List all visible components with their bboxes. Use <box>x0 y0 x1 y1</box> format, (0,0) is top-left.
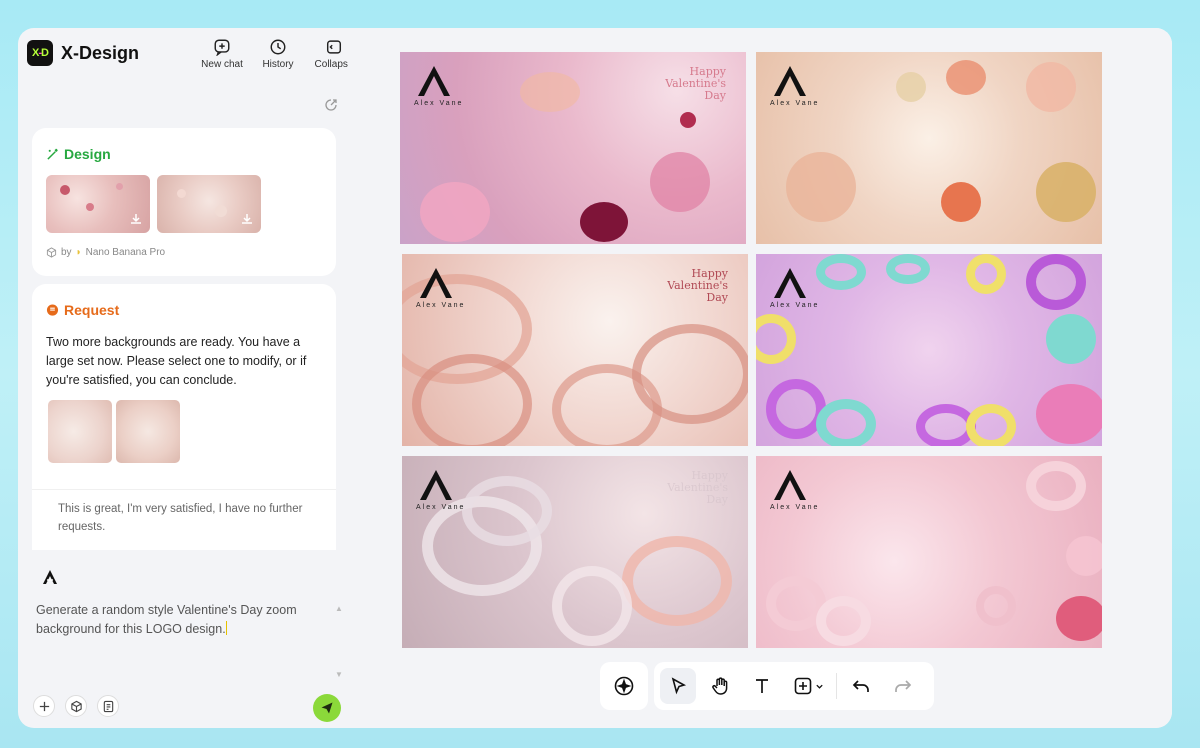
document-icon <box>103 700 113 712</box>
background-image-6[interactable]: Alex Vane <box>756 456 1102 648</box>
redo-icon <box>895 680 912 692</box>
brand-logo: Alex Vane <box>770 468 822 511</box>
design-thumbnail-2[interactable] <box>157 175 261 233</box>
request-title-text: Request <box>64 302 120 318</box>
byline-prefix: by <box>61 247 72 258</box>
design-thumbnail-1[interactable] <box>46 175 150 233</box>
request-thumbnail-1[interactable] <box>48 400 112 463</box>
share-icon[interactable] <box>323 97 339 113</box>
ai-tool-button[interactable] <box>600 662 648 710</box>
scroll-down-arrow[interactable]: ▼ <box>335 670 343 679</box>
faded-line-3: Day <box>706 493 728 506</box>
add-attachment-button[interactable] <box>33 695 55 717</box>
brand-logo: Alex Vane <box>770 64 822 107</box>
design-card: Design by ◗ Nano Banana Pro <box>32 128 336 276</box>
cube-icon <box>46 247 57 258</box>
new-chat-label: New chat <box>201 59 243 70</box>
clock-icon <box>270 39 286 55</box>
banana-icon: ◗ <box>75 247 82 258</box>
sparkle-icon <box>614 676 634 696</box>
alex-vane-logo-icon <box>774 470 806 500</box>
brand-name: Alex Vane <box>416 302 466 309</box>
valentine-line-3: Day <box>704 89 726 102</box>
plus-icon <box>39 701 49 711</box>
background-image-3[interactable]: Alex Vane Happy Valentine's Day <box>402 254 748 446</box>
redo-button[interactable] <box>885 668 921 704</box>
brand-name: Alex Vane <box>414 100 464 107</box>
toolbar-divider <box>836 673 837 699</box>
send-button[interactable] <box>313 694 341 722</box>
chat-bubble-icon <box>46 303 59 316</box>
chevron-down-icon <box>815 684 823 689</box>
collapse-icon <box>326 40 342 54</box>
background-image-4[interactable]: Alex Vane <box>756 254 1102 446</box>
download-icon[interactable] <box>240 212 254 226</box>
brand-name: Alex Vane <box>416 504 466 511</box>
paper-plane-icon <box>321 702 333 714</box>
valentine-text: Happy Valentine's Day <box>667 268 728 304</box>
byline-model: Nano Banana Pro <box>85 247 166 258</box>
brand: X-D X-Design <box>27 40 139 66</box>
brand-name: Alex Vane <box>770 302 820 309</box>
insert-menu[interactable] <box>786 668 830 704</box>
alex-vane-logo-icon <box>774 268 806 298</box>
text-tool[interactable] <box>744 668 780 704</box>
new-chat-button[interactable]: New chat <box>198 38 246 70</box>
model-byline: by ◗ Nano Banana Pro <box>46 247 165 258</box>
background-image-2[interactable]: Alex Vane <box>756 52 1102 244</box>
top-actions: New chat History Collapse <box>198 38 358 70</box>
alex-vane-logo-icon <box>420 268 452 298</box>
brand-logo: Alex Vane <box>416 266 468 309</box>
alex-vane-logo-icon <box>418 66 450 96</box>
canvas[interactable]: Alex Vane Happy Valentine's Day Alex Van… <box>348 28 1172 728</box>
background-image-5[interactable]: Alex Vane Happy Valentine's Day <box>402 456 748 648</box>
input-tools <box>33 695 119 717</box>
history-label: History <box>262 59 294 70</box>
hand-tool[interactable] <box>702 668 738 704</box>
app-logo: X-D <box>27 40 53 66</box>
design-title-text: Design <box>64 146 111 162</box>
brand-logo: Alex Vane <box>416 468 468 511</box>
brand-logo: Alex Vane <box>770 266 822 309</box>
prompt-text: Generate a random style Valentine's Day … <box>36 603 297 636</box>
valentine-text: Happy Valentine's Day <box>665 66 726 102</box>
valentine-line-3: Day <box>706 291 728 304</box>
pointer-icon <box>671 677 687 695</box>
alex-vane-logo-icon <box>774 66 806 96</box>
alex-vane-logo-icon <box>420 470 452 500</box>
text-icon <box>756 679 768 693</box>
brand-name: Alex Vane <box>770 504 820 511</box>
new-chat-icon <box>214 39 230 56</box>
request-card-title: Request <box>46 302 119 318</box>
text-caret <box>225 621 227 635</box>
design-card-title: Design <box>46 146 111 162</box>
user-logo-avatar <box>43 570 57 584</box>
request-card: Request Two more backgrounds are ready. … <box>32 284 336 550</box>
undo-button[interactable] <box>843 668 879 704</box>
app-window: X-D X-Design New chat History Collapse D… <box>18 28 1172 728</box>
brand-logo: Alex Vane <box>414 64 466 107</box>
brand-kit-button[interactable] <box>97 695 119 717</box>
user-reply: This is great, I'm very satisfied, I hav… <box>32 489 336 546</box>
scroll-up-arrow[interactable]: ▲ <box>335 604 343 613</box>
app-name: X-Design <box>61 42 140 63</box>
magic-wand-icon <box>47 148 58 160</box>
prompt-input[interactable]: Generate a random style Valentine's Day … <box>36 601 326 639</box>
background-image-1[interactable]: Alex Vane Happy Valentine's Day <box>400 52 746 244</box>
chat-panel: X-D X-Design New chat History Collapse D… <box>18 28 353 728</box>
history-button[interactable]: History <box>254 38 302 70</box>
model-select-button[interactable] <box>65 695 87 717</box>
cube-icon <box>70 700 82 712</box>
hand-icon <box>712 677 728 695</box>
faded-valentine-text: Happy Valentine's Day <box>667 470 728 506</box>
request-thumbnail-2[interactable] <box>116 400 180 463</box>
request-message: Two more backgrounds are ready. You have… <box>46 335 307 387</box>
add-box-icon <box>794 677 811 695</box>
canvas-toolbar <box>654 662 934 710</box>
undo-icon <box>852 680 869 692</box>
brand-name: Alex Vane <box>770 100 820 107</box>
select-tool[interactable] <box>660 668 696 704</box>
download-icon[interactable] <box>129 212 143 226</box>
